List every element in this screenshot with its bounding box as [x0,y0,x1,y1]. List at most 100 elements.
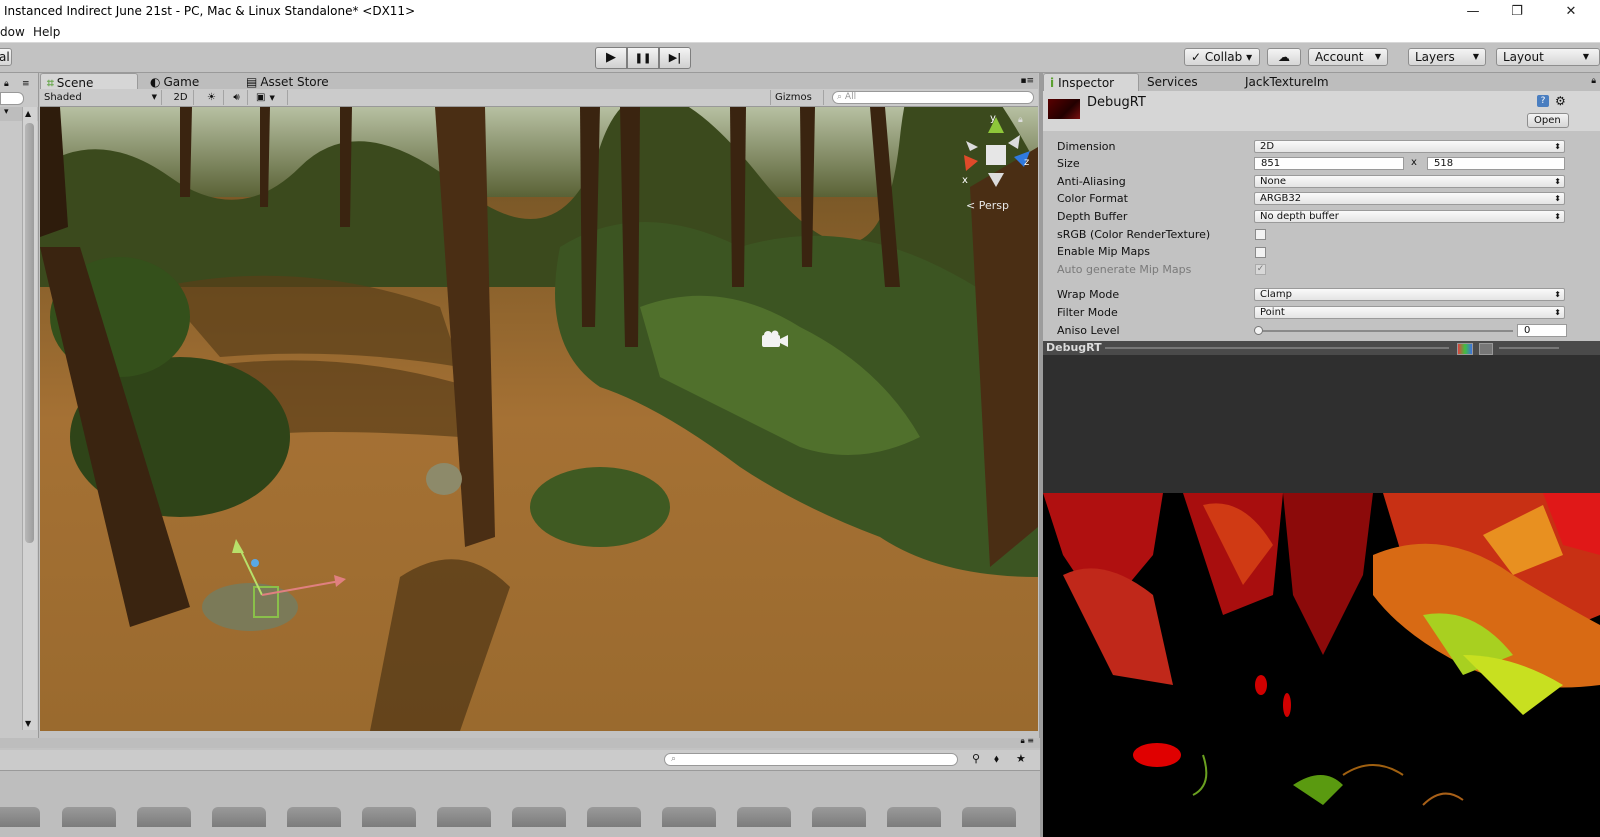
preview-title: DebugRT [1046,341,1102,354]
mip-slider[interactable] [1499,347,1559,349]
tab-services[interactable]: Services [1141,73,1231,91]
filter-by-type-icon[interactable]: ⚲ [972,752,980,765]
store-icon: ▤ [246,75,258,89]
folder-icon[interactable] [737,807,791,827]
folder-icon[interactable] [287,807,341,827]
folder-icon[interactable] [662,807,716,827]
folder-icon[interactable] [887,807,941,827]
folder-icon[interactable] [362,807,416,827]
axis-y-label: y [990,113,996,124]
folder-icon[interactable] [212,807,266,827]
folder-icon[interactable] [137,807,191,827]
alpha-channel-icon[interactable] [1479,343,1493,355]
aniso-slider-track[interactable] [1257,330,1513,332]
close-button[interactable]: ✕ [1556,2,1586,22]
account-dropdown[interactable]: Account ▼ [1308,48,1388,66]
lock-icon[interactable]: 🔒︎ [1018,115,1023,125]
effects-dropdown[interactable]: ▣ ▼ [252,90,288,105]
filter-by-label-icon[interactable]: ⬧ [994,752,999,766]
lock-icon[interactable]: 🔒︎ [1591,76,1596,86]
gear-icon[interactable]: ⚙ [1555,94,1566,108]
2d-toggle[interactable]: 2D [168,90,194,105]
aniso-slider-thumb[interactable] [1254,326,1263,335]
asset-name: DebugRT [1087,95,1146,110]
menu-window[interactable]: dow [0,25,25,39]
audio-toggle[interactable]: 🔊︎ [226,90,248,105]
lock-icon[interactable]: 🔒︎ ≡ [1020,736,1034,746]
folder-icon[interactable] [812,807,866,827]
filter-mode-dropdown[interactable]: Point ⬍ [1254,306,1565,319]
size-height-input[interactable]: 518 [1427,157,1565,170]
preview-header: DebugRT [1043,341,1600,355]
scroll-up-icon[interactable]: ▲ [25,109,31,118]
collab-button[interactable]: ✓ Collab ▾ [1184,48,1260,66]
cloud-button[interactable]: ☁ [1267,48,1301,66]
scroll-down-icon[interactable]: ▼ [25,719,31,728]
prop-label-filter-mode: Filter Mode [1057,306,1118,319]
folder-icon[interactable] [512,807,566,827]
depth-buffer-dropdown[interactable]: No depth buffer ⬍ [1254,210,1565,223]
preview-drag-handle[interactable] [1105,347,1449,349]
auto-generate-mip-maps-checkbox: ✓ [1255,264,1266,275]
tab-jacktextureim-label: JackTextureIm [1245,75,1329,89]
favorite-star-icon[interactable]: ★ [1016,752,1026,765]
folder-icon[interactable] [962,807,1016,827]
inspector-tab-bar: i Inspector Services JackTextureIm 🔒︎ [1043,73,1600,91]
project-search-input[interactable]: ⌕ [664,753,958,766]
prop-label-dimension: Dimension [1057,140,1116,153]
dropdown-arrow-icon: ▾ [4,107,9,117]
step-button[interactable]: ▶| [659,47,691,69]
anti-aliasing-dropdown[interactable]: None ⬍ [1254,175,1565,188]
hierarchy-scrollbar[interactable]: ▼ ▲ [22,107,37,730]
restore-button[interactable]: ❐ [1502,2,1532,22]
lock-icon[interactable]: 🔒︎ ≡ [0,79,38,91]
tab-jacktextureim[interactable]: JackTextureIm [1239,73,1369,91]
minimize-button[interactable]: — [1458,2,1488,22]
panel-menu-icon[interactable]: ▪≡ [1020,76,1034,86]
prop-label-anti-aliasing: Anti-Aliasing [1057,175,1126,188]
tab-inspector[interactable]: i Inspector [1043,73,1139,91]
play-button[interactable]: ▶ [595,47,627,69]
scene-toolbar: Shaded ▼ 2D ☀ 🔊︎ ▣▼ Gizmos ▼ ⌕ All [40,89,1038,117]
dimension-dropdown[interactable]: 2D ⬍ [1254,140,1565,153]
layers-dropdown[interactable]: Layers ▼ [1408,48,1486,66]
wrap-mode-dropdown[interactable]: Clamp ⬍ [1254,288,1565,301]
folder-icon[interactable] [587,807,641,827]
scene-search-input[interactable]: ⌕ All [832,91,1034,104]
lighting-toggle[interactable]: ☀ [200,90,224,105]
size-width-input[interactable]: 851 [1254,157,1404,170]
gizmos-dropdown[interactable]: Gizmos ▼ [770,90,824,117]
speaker-icon: 🔊︎ [233,92,240,103]
hierarchy-search-input[interactable] [0,92,24,105]
color-format-dropdown[interactable]: ARGB32 ⬍ [1254,192,1565,205]
shading-mode-dropdown[interactable]: Shaded ▼ [40,90,162,105]
folder-icon[interactable] [0,807,40,827]
tab-asset-store-label: Asset Store [260,75,329,89]
rgb-channel-icon[interactable] [1457,343,1473,355]
gizmos-label: Gizmos [775,92,812,103]
scene-viewport[interactable]: y x z < Persp 🔒︎ [40,107,1038,731]
dropdown-arrow-icon: ▼ [151,93,157,101]
axis-gizmo-icon [964,117,1030,187]
menu-help[interactable]: Help [33,25,60,39]
project-asset-grid [0,771,1040,837]
help-icon[interactable]: ? [1537,95,1549,107]
wrap-mode-value: Clamp [1260,289,1292,300]
game-icon: ◐ [150,75,161,89]
scrollbar-thumb[interactable] [25,123,34,543]
layout-dropdown[interactable]: Layout ▼ [1496,48,1600,66]
forest-scene-render [40,107,1038,731]
srgb-checkbox[interactable] [1255,229,1266,240]
folder-icon[interactable] [437,807,491,827]
projection-label[interactable]: < Persp [966,199,1009,212]
orientation-gizmo[interactable]: y x z < Persp [958,113,1034,221]
pause-button[interactable]: ❚❚ [627,47,659,69]
left-toolbar-button[interactable]: al [0,48,12,66]
dropdown-arrow-icon: ▼ [1472,52,1479,61]
enable-mip-maps-checkbox[interactable] [1255,247,1266,258]
folder-icon[interactable] [62,807,116,827]
open-button[interactable]: Open [1527,113,1569,128]
aniso-level-input[interactable]: 0 [1517,324,1567,337]
anti-aliasing-value: None [1260,176,1287,187]
dropdown-arrow-icon: ⬍ [1554,212,1561,221]
